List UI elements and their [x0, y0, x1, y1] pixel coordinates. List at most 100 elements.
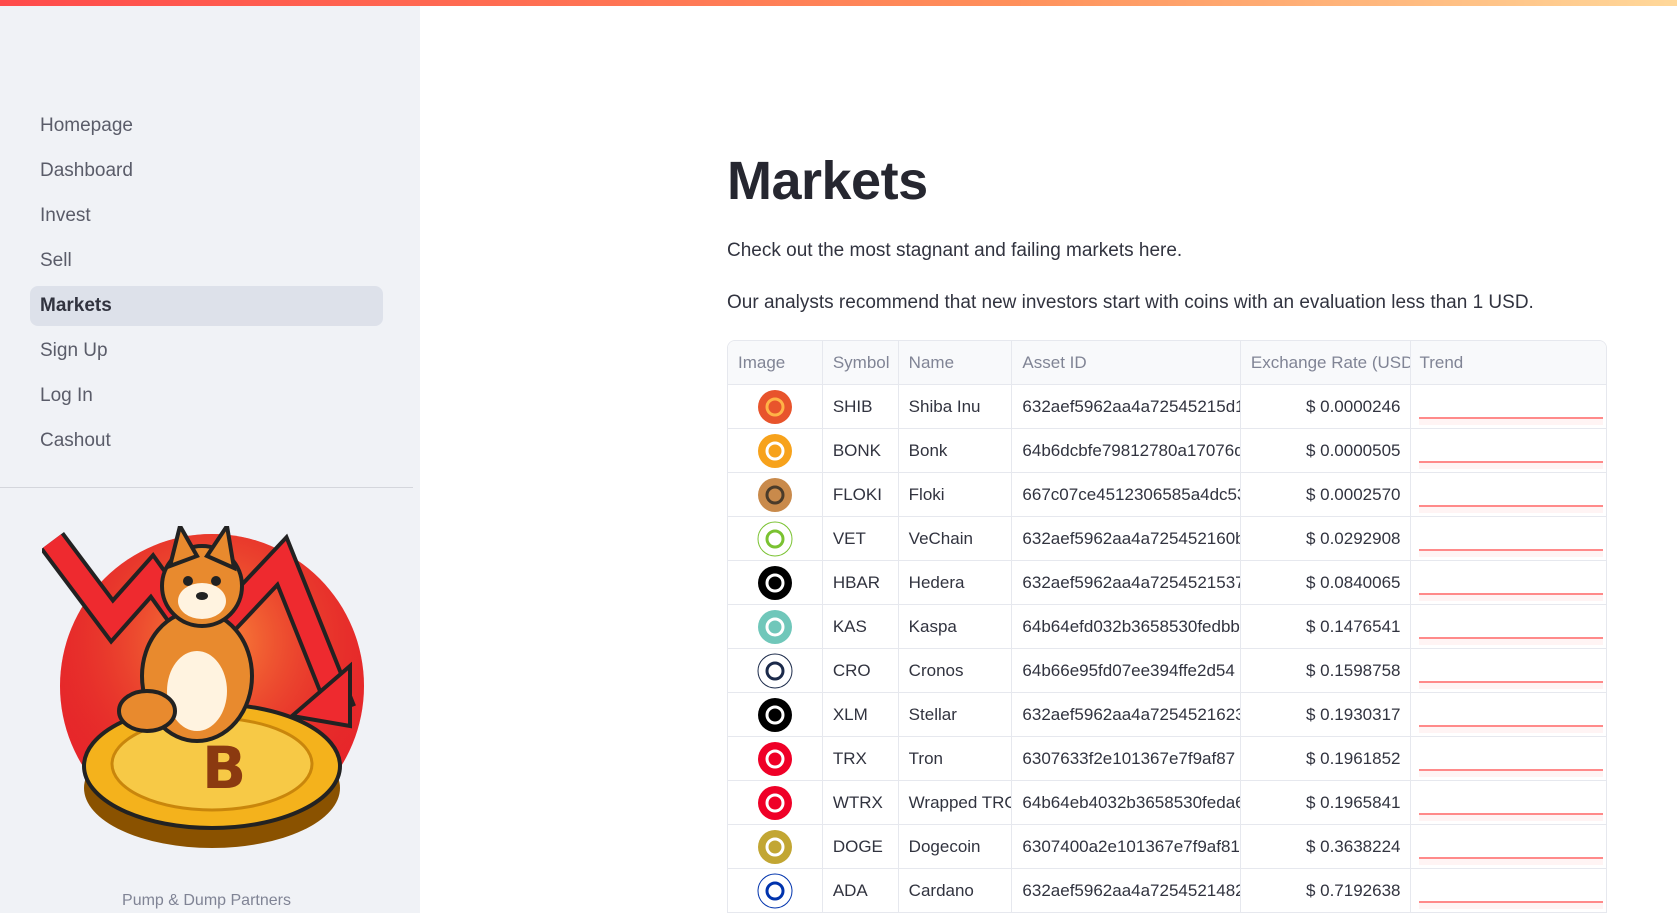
stellar-coin-icon [757, 697, 792, 732]
table-row[interactable]: KAS Kaspa 64b64efd032b3658530fedbb $ 0.1476… [728, 605, 1606, 649]
table-header-row: Image Symbol Name Asset ID Exchange Rate… [728, 341, 1606, 385]
cell-asset-id: 64b64eb4032b3658530feda6 [1012, 781, 1241, 824]
shiba-coin-logo-icon: B [42, 526, 364, 848]
cell-symbol: KAS [823, 605, 899, 648]
cell-name: Hedera [899, 561, 1013, 604]
kaspa-coin-icon [757, 609, 792, 644]
trend-sparkline [1419, 592, 1604, 601]
cell-asset-id: 632aef5962aa4a72545215d1 [1012, 385, 1241, 428]
trend-sparkline [1419, 548, 1604, 557]
table-row[interactable]: CRO Cronos 64b66e95fd07ee394ffe2d54 $ 0.159… [728, 649, 1606, 693]
cell-image [728, 649, 823, 692]
markets-table[interactable]: Image Symbol Name Asset ID Exchange Rate… [727, 340, 1607, 913]
header-name[interactable]: Name [899, 341, 1013, 384]
sidebar-item-invest[interactable]: Invest [30, 196, 383, 236]
cell-symbol: TRX [823, 737, 899, 780]
cell-asset-id: 64b64efd032b3658530fedbb [1012, 605, 1241, 648]
cell-asset-id: 6307400a2e101367e7f9af81 [1012, 825, 1241, 868]
cell-exchange-rate: $ 0.3638224 [1241, 825, 1412, 868]
sidebar-item-sell[interactable]: Sell [30, 241, 383, 281]
sidebar-item-cashout[interactable]: Cashout [30, 421, 383, 461]
cell-image [728, 473, 823, 516]
cell-trend [1411, 649, 1606, 692]
cell-symbol: FLOKI [823, 473, 899, 516]
shib-coin-icon [757, 389, 792, 424]
table-row[interactable]: BONK Bonk 64b6dcbfe79812780a17076d $ 0.0000… [728, 429, 1606, 473]
cell-exchange-rate: $ 0.1961852 [1241, 737, 1412, 780]
cronos-coin-icon [757, 653, 793, 688]
cardano-coin-icon [757, 873, 793, 908]
sidebar-item-homepage[interactable]: Homepage [30, 106, 383, 146]
cell-image [728, 561, 823, 604]
table-row[interactable]: SHIB Shiba Inu 632aef5962aa4a72545215d1 $ 0… [728, 385, 1606, 429]
sidebar-caption: Pump & Dump Partners [122, 892, 291, 909]
trend-sparkline [1419, 636, 1604, 645]
cell-symbol: ADA [823, 869, 899, 912]
cell-exchange-rate: $ 0.0292908 [1241, 517, 1412, 560]
trend-sparkline [1419, 724, 1604, 733]
svg-text:B: B [202, 734, 246, 802]
cell-name: Shiba Inu [899, 385, 1013, 428]
cell-symbol: XLM [823, 693, 899, 736]
table-row[interactable]: WTRXWrapped TRON64b64eb4032b3658530feda6… [728, 781, 1606, 825]
cell-image [728, 825, 823, 868]
floki-coin-icon [757, 477, 792, 512]
cell-exchange-rate: $ 0.0840065 [1241, 561, 1412, 604]
cell-exchange-rate: $ 0.1476541 [1241, 605, 1412, 648]
cell-asset-id: 667c07ce4512306585a4dc53 [1012, 473, 1241, 516]
cell-image [728, 737, 823, 780]
header-image[interactable]: Image [728, 341, 823, 384]
table-body: SHIB Shiba Inu 632aef5962aa4a72545215d1 $ 0… [728, 385, 1606, 912]
cell-exchange-rate: $ 0.0000246 [1241, 385, 1412, 428]
sidebar-item-markets[interactable]: Markets [30, 286, 383, 326]
cell-asset-id: 632aef5962aa4a7254521623 [1012, 693, 1241, 736]
cell-trend [1411, 473, 1606, 516]
sidebar-item-dashboard[interactable]: Dashboard [30, 151, 383, 191]
cell-trend [1411, 429, 1606, 472]
table-row[interactable]: ADA Cardano 632aef5962aa4a7254521482 $ 0.71… [728, 869, 1606, 912]
cell-trend [1411, 605, 1606, 648]
cell-image [728, 605, 823, 648]
cell-asset-id: 632aef5962aa4a7254521482 [1012, 869, 1241, 912]
cell-trend [1411, 517, 1606, 560]
cell-name: Bonk [899, 429, 1013, 472]
hedera-coin-icon [757, 565, 792, 600]
bonk-coin-icon [757, 433, 792, 468]
cell-exchange-rate: $ 0.0000505 [1241, 429, 1412, 472]
sidebar-item-sign-up[interactable]: Sign Up [30, 331, 383, 371]
table-row[interactable]: DOGE Dogecoin 6307400a2e101367e7f9af81 $ 0.… [728, 825, 1606, 869]
cell-image [728, 693, 823, 736]
cell-asset-id: 632aef5962aa4a725452160b [1012, 517, 1241, 560]
header-asset-id[interactable]: Asset ID [1012, 341, 1241, 384]
cell-trend [1411, 693, 1606, 736]
table-row[interactable]: FLOKI Floki 667c07ce4512306585a4dc53 $ 0.00… [728, 473, 1606, 517]
trend-sparkline [1419, 812, 1604, 821]
cell-name: Tron [899, 737, 1013, 780]
cell-symbol: DOGE [823, 825, 899, 868]
cell-name: VeChain [899, 517, 1013, 560]
recommendation-text: Our analysts recommend that new investor… [727, 292, 1534, 313]
trend-sparkline [1419, 460, 1604, 469]
trend-sparkline [1419, 768, 1604, 777]
cell-image [728, 781, 823, 824]
cell-trend [1411, 385, 1606, 428]
header-trend[interactable]: Trend [1411, 341, 1606, 384]
header-exchange-rate[interactable]: Exchange Rate (USD) [1241, 341, 1412, 384]
cell-trend [1411, 869, 1606, 912]
trend-sparkline [1419, 856, 1604, 865]
cell-symbol: WTRX [823, 781, 899, 824]
table-row[interactable]: HBAR Hedera 632aef5962aa4a7254521537 $ 0.08… [728, 561, 1606, 605]
cell-trend [1411, 781, 1606, 824]
sidebar-nav: Homepage Dashboard Invest Sell Markets Sign U… [30, 106, 383, 466]
intro-text: Check out the most stagnant and failing … [727, 240, 1183, 261]
header-symbol[interactable]: Symbol [823, 341, 899, 384]
sidebar-item-log-in[interactable]: Log In [30, 376, 383, 416]
cell-name: Stellar [899, 693, 1013, 736]
table-row[interactable]: XLM Stellar 632aef5962aa4a7254521623 $ 0.19… [728, 693, 1606, 737]
table-row[interactable]: TRX Tron 6307633f2e101367e7f9af87 $ 0.19618… [728, 737, 1606, 781]
cell-image [728, 385, 823, 428]
cell-trend [1411, 825, 1606, 868]
trend-sparkline [1419, 504, 1604, 513]
table-row[interactable]: VET VeChain 632aef5962aa4a725452160b $ 0.02… [728, 517, 1606, 561]
cell-asset-id: 64b66e95fd07ee394ffe2d54 [1012, 649, 1241, 692]
